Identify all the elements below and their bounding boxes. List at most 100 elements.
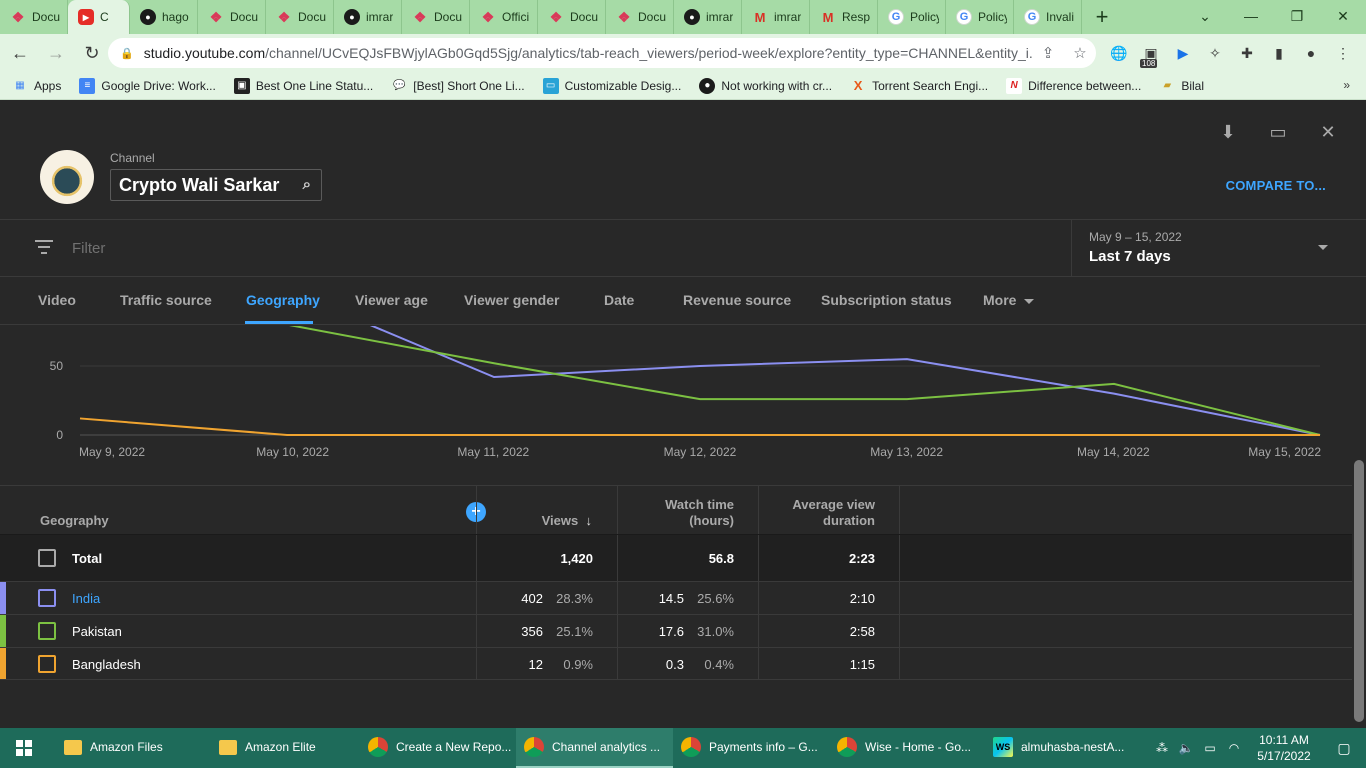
reload-icon[interactable]: ↻ <box>76 37 108 69</box>
browser-tab[interactable]: ❖ Docu <box>0 0 68 34</box>
column-header-geography[interactable]: Geography <box>40 513 109 529</box>
tab-traffic-source[interactable]: Traffic source <box>120 292 212 308</box>
kebab-menu-icon[interactable]: ⋮ <box>1330 40 1356 66</box>
row-checkbox[interactable] <box>38 622 56 640</box>
tab-label: Docu <box>570 10 599 24</box>
bookmarks-overflow-button[interactable]: » <box>1343 78 1350 92</box>
search-icon[interactable]: ⌕ <box>303 176 311 193</box>
browser-tab[interactable]: ❖ Docu <box>538 0 606 34</box>
tab-video[interactable]: Video <box>38 292 76 308</box>
start-button[interactable] <box>0 728 48 768</box>
tab-viewer-gender[interactable]: Viewer gender <box>464 292 559 308</box>
browser-tab[interactable]: Mimrar <box>742 0 810 34</box>
tab-date[interactable]: Date <box>604 292 634 308</box>
minimize-icon[interactable]: — <box>1228 0 1274 32</box>
taskbar-item[interactable]: Wise - Home - Go... <box>829 728 985 768</box>
browser-tab[interactable]: ❖ Docu <box>198 0 266 34</box>
share-icon[interactable]: ⇪ <box>1032 44 1064 62</box>
extension-badge-icon[interactable]: ▣ 108 <box>1138 40 1164 68</box>
globe-extension-icon[interactable]: 🌐 <box>1106 40 1132 66</box>
x-tick-label: May 11, 2022 <box>457 445 529 459</box>
download-icon[interactable]: ⬇ <box>1216 120 1240 144</box>
bookmark-item[interactable]: ≡ Google Drive: Work... <box>79 77 216 94</box>
battery-icon[interactable]: ▭ <box>1198 741 1222 755</box>
table-row[interactable]: India 402 28.3% 14.5 25.6% 2:10 <box>0 581 1352 614</box>
column-header-watch-time[interactable]: Watch time (hours) <box>620 497 734 529</box>
tab-label: Docu <box>230 10 259 24</box>
taskbar-item[interactable]: WS almuhasba-nestA... <box>985 728 1133 768</box>
sidepanel-icon[interactable]: ▮ <box>1266 40 1292 66</box>
browser-tab[interactable]: ❖ Docu <box>266 0 334 34</box>
taskbar-item[interactable]: Amazon Elite <box>203 728 360 768</box>
browser-tab-active[interactable]: ▶ C <box>68 0 130 34</box>
bookmark-item[interactable]: ▣ Best One Line Statu... <box>233 77 373 94</box>
row-label: Pakistan <box>72 624 122 639</box>
back-arrow-icon[interactable]: ← <box>4 37 36 69</box>
bookmark-item[interactable]: ▦ Apps <box>12 78 61 94</box>
bookmark-item[interactable]: 💬 [Best] Short One Li... <box>391 78 525 94</box>
bookmark-item[interactable]: ● Not working with cr... <box>699 77 832 94</box>
bookmark-item[interactable]: ▭ Customizable Desig... <box>542 77 681 94</box>
browser-tab[interactable]: ❖ Offici <box>470 0 538 34</box>
sparkle-extension-icon[interactable]: ✧ <box>1202 40 1228 66</box>
notification-icon[interactable]: ▢ <box>1322 740 1366 757</box>
filter-icon[interactable] <box>34 240 54 256</box>
browser-tab[interactable]: G Policy <box>946 0 1014 34</box>
feedback-icon[interactable]: ▭ <box>1266 120 1290 144</box>
table-row[interactable]: Pakistan 356 25.1% 17.6 31.0% 2:58 <box>0 614 1352 647</box>
vertical-scrollbar[interactable] <box>1354 460 1364 722</box>
row-checkbox[interactable] <box>38 589 56 607</box>
taskbar-item[interactable]: Amazon Files <box>48 728 203 768</box>
taskbar-label: Amazon Elite <box>245 740 316 754</box>
play-extension-icon[interactable]: ▶ <box>1170 40 1196 66</box>
clock-time: 10:11 AM <box>1259 733 1309 747</box>
column-header-avg-view-duration[interactable]: Average view duration <box>760 497 875 529</box>
wifi-icon[interactable]: ◠ <box>1222 741 1246 755</box>
browser-tab[interactable]: G Policy <box>878 0 946 34</box>
table-row[interactable]: Bangladesh 12 0.9% 0.3 0.4% 1:15 <box>0 647 1352 680</box>
tab-revenue-source[interactable]: Revenue source <box>683 292 791 308</box>
browser-tab[interactable]: ❖ Docu <box>402 0 470 34</box>
row-label-link[interactable]: India <box>72 591 100 606</box>
address-bar[interactable]: 🔒 studio.youtube.com/channel/UCvEQJsFBWj… <box>108 38 1096 68</box>
row-checkbox[interactable] <box>38 549 56 567</box>
puzzle-icon[interactable]: ✚ <box>1234 40 1260 66</box>
period-selector[interactable]: May 9 – 15, 2022 Last 7 days <box>1071 220 1366 277</box>
google-icon: G <box>1024 9 1040 25</box>
taskbar-item[interactable]: Create a New Repo... <box>360 728 516 768</box>
browser-tab[interactable]: ❖ Docu <box>606 0 674 34</box>
browser-tab[interactable]: ● hago <box>130 0 198 34</box>
row-checkbox[interactable] <box>38 655 56 673</box>
taskbar-item-active[interactable]: Channel analytics ... <box>516 728 673 768</box>
browser-tab[interactable]: M Resp <box>810 0 878 34</box>
bookmark-item[interactable]: ▰ Bilal <box>1159 78 1204 94</box>
browser-tab[interactable]: ● imrar <box>674 0 742 34</box>
network-share-icon[interactable]: ⁂ <box>1150 741 1174 755</box>
tab-geography[interactable]: Geography <box>246 292 320 308</box>
tab-more[interactable]: More <box>983 292 1035 308</box>
speaker-icon[interactable]: 🔈 <box>1174 741 1198 755</box>
browser-tab[interactable]: ● imrar <box>334 0 402 34</box>
close-window-icon[interactable]: ✕ <box>1320 0 1366 32</box>
tab-viewer-age[interactable]: Viewer age <box>355 292 428 308</box>
filter-input[interactable]: Filter <box>72 240 105 257</box>
chevron-down-icon[interactable]: ⌄ <box>1182 0 1228 32</box>
profile-avatar-icon[interactable]: ● <box>1298 40 1324 66</box>
browser-tab[interactable]: G Invali <box>1014 0 1082 34</box>
channel-selector[interactable]: Crypto Wali Sarkar ⌕ <box>110 169 322 201</box>
star-icon[interactable]: ☆ <box>1064 44 1096 62</box>
system-clock[interactable]: 10:11 AM 5/17/2022 <box>1246 732 1322 764</box>
bookmark-item[interactable]: X Torrent Search Engi... <box>850 78 988 94</box>
bookmark-item[interactable]: N Difference between... <box>1006 77 1141 94</box>
tab-subscription-status[interactable]: Subscription status <box>821 292 952 308</box>
taskbar-item[interactable]: Payments info – G... <box>673 728 829 768</box>
extensions-area: 🌐 ▣ 108 ▶ ✧ ✚ ▮ ● ⋮ <box>1106 38 1356 68</box>
close-icon[interactable]: ✕ <box>1316 120 1340 144</box>
column-header-views[interactable]: Views ↓ <box>500 513 592 529</box>
compare-to-button[interactable]: COMPARE TO... <box>1226 178 1326 193</box>
new-tab-button[interactable]: + <box>1082 0 1122 34</box>
bookmark-label: Torrent Search Engi... <box>872 78 989 93</box>
forward-arrow-icon[interactable]: → <box>40 37 72 69</box>
restore-icon[interactable]: ❐ <box>1274 0 1320 32</box>
panel-actions: ⬇ ▭ ✕ <box>1216 120 1340 144</box>
